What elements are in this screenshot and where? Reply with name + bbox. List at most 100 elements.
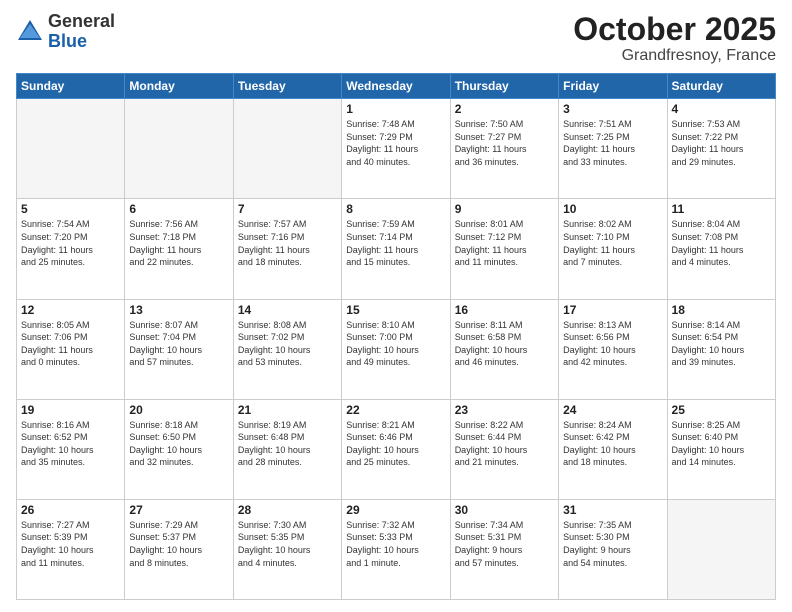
calendar-week-row: 12 Sunrise: 8:05 AM Sunset: 7:06 PM Dayli… [17,299,776,399]
calendar-cell: 15 Sunrise: 8:10 AM Sunset: 7:00 PM Dayli… [342,299,450,399]
calendar-cell: 4 Sunrise: 7:53 AM Sunset: 7:22 PM Daylig… [667,99,775,199]
day-info: Sunrise: 8:05 AM Sunset: 7:06 PM Dayligh… [21,319,120,369]
logo-blue-text: Blue [48,31,87,51]
day-number: 20 [129,403,228,417]
calendar-cell: 9 Sunrise: 8:01 AM Sunset: 7:12 PM Daylig… [450,199,558,299]
day-info: Sunrise: 7:50 AM Sunset: 7:27 PM Dayligh… [455,118,554,168]
calendar-cell: 28 Sunrise: 7:30 AM Sunset: 5:35 PM Dayli… [233,499,341,599]
logo-general-text: General [48,11,115,31]
header: General Blue October 2025 Grandfresnoy, … [16,12,776,65]
day-info: Sunrise: 7:53 AM Sunset: 7:22 PM Dayligh… [672,118,771,168]
day-info: Sunrise: 8:21 AM Sunset: 6:46 PM Dayligh… [346,419,445,469]
day-info: Sunrise: 8:10 AM Sunset: 7:00 PM Dayligh… [346,319,445,369]
day-info: Sunrise: 8:11 AM Sunset: 6:58 PM Dayligh… [455,319,554,369]
calendar-cell: 3 Sunrise: 7:51 AM Sunset: 7:25 PM Daylig… [559,99,667,199]
day-number: 28 [238,503,337,517]
day-number: 18 [672,303,771,317]
calendar-cell: 30 Sunrise: 7:34 AM Sunset: 5:31 PM Dayli… [450,499,558,599]
logo-icon [16,18,44,46]
day-number: 30 [455,503,554,517]
day-info: Sunrise: 7:32 AM Sunset: 5:33 PM Dayligh… [346,519,445,569]
calendar-cell: 23 Sunrise: 8:22 AM Sunset: 6:44 PM Dayli… [450,399,558,499]
day-number: 27 [129,503,228,517]
day-info: Sunrise: 8:02 AM Sunset: 7:10 PM Dayligh… [563,218,662,268]
calendar-cell: 17Sunrise: 8:13 AM Sunset: 6:56 PM Dayli… [559,299,667,399]
calendar-cell: 1 Sunrise: 7:48 AM Sunset: 7:29 PM Daylig… [342,99,450,199]
day-info: Sunrise: 7:35 AM Sunset: 5:30 PM Dayligh… [563,519,662,569]
day-number: 3 [563,102,662,116]
calendar-cell [125,99,233,199]
day-number: 5 [21,202,120,216]
calendar-cell: 21 Sunrise: 8:19 AM Sunset: 6:48 PM Dayli… [233,399,341,499]
calendar-cell: 2 Sunrise: 7:50 AM Sunset: 7:27 PM Daylig… [450,99,558,199]
day-info: Sunrise: 8:14 AM Sunset: 6:54 PM Dayligh… [672,319,771,369]
day-number: 23 [455,403,554,417]
logo-text: General Blue [48,12,115,52]
day-info: Sunrise: 8:18 AM Sunset: 6:50 PM Dayligh… [129,419,228,469]
day-info: Sunrise: 7:51 AM Sunset: 7:25 PM Dayligh… [563,118,662,168]
calendar-week-row: 5 Sunrise: 7:54 AM Sunset: 7:20 PM Daylig… [17,199,776,299]
day-info: Sunrise: 7:34 AM Sunset: 5:31 PM Dayligh… [455,519,554,569]
calendar-cell: 20 Sunrise: 8:18 AM Sunset: 6:50 PM Dayli… [125,399,233,499]
day-info: Sunrise: 7:56 AM Sunset: 7:18 PM Dayligh… [129,218,228,268]
day-number: 19 [21,403,120,417]
weekday-header: Sunday [17,74,125,99]
calendar-cell: 25Sunrise: 8:25 AM Sunset: 6:40 PM Dayli… [667,399,775,499]
day-info: Sunrise: 7:57 AM Sunset: 7:16 PM Dayligh… [238,218,337,268]
day-number: 17 [563,303,662,317]
location: Grandfresnoy, France [573,47,776,65]
day-info: Sunrise: 8:24 AM Sunset: 6:42 PM Dayligh… [563,419,662,469]
day-info: Sunrise: 7:27 AM Sunset: 5:39 PM Dayligh… [21,519,120,569]
calendar-cell: 5 Sunrise: 7:54 AM Sunset: 7:20 PM Daylig… [17,199,125,299]
day-number: 31 [563,503,662,517]
weekday-header: Saturday [667,74,775,99]
weekday-header: Thursday [450,74,558,99]
day-number: 21 [238,403,337,417]
day-number: 12 [21,303,120,317]
calendar-cell: 13Sunrise: 8:07 AM Sunset: 7:04 PM Dayli… [125,299,233,399]
day-info: Sunrise: 7:54 AM Sunset: 7:20 PM Dayligh… [21,218,120,268]
calendar-cell: 11Sunrise: 8:04 AM Sunset: 7:08 PM Dayli… [667,199,775,299]
calendar-week-row: 19 Sunrise: 8:16 AM Sunset: 6:52 PM Dayli… [17,399,776,499]
day-number: 9 [455,202,554,216]
page: General Blue October 2025 Grandfresnoy, … [0,0,792,612]
day-number: 26 [21,503,120,517]
day-number: 4 [672,102,771,116]
calendar-cell: 10Sunrise: 8:02 AM Sunset: 7:10 PM Dayli… [559,199,667,299]
month-title: October 2025 [573,12,776,47]
calendar-week-row: 1 Sunrise: 7:48 AM Sunset: 7:29 PM Daylig… [17,99,776,199]
calendar-cell: 26 Sunrise: 7:27 AM Sunset: 5:39 PM Dayli… [17,499,125,599]
weekday-header: Monday [125,74,233,99]
day-number: 14 [238,303,337,317]
day-info: Sunrise: 8:19 AM Sunset: 6:48 PM Dayligh… [238,419,337,469]
logo: General Blue [16,12,115,52]
day-number: 13 [129,303,228,317]
day-info: Sunrise: 8:08 AM Sunset: 7:02 PM Dayligh… [238,319,337,369]
day-number: 16 [455,303,554,317]
day-info: Sunrise: 8:25 AM Sunset: 6:40 PM Dayligh… [672,419,771,469]
weekday-header: Tuesday [233,74,341,99]
calendar-cell: 18 Sunrise: 8:14 AM Sunset: 6:54 PM Dayli… [667,299,775,399]
calendar-cell: 6Sunrise: 7:56 AM Sunset: 7:18 PM Daylig… [125,199,233,299]
day-info: Sunrise: 8:01 AM Sunset: 7:12 PM Dayligh… [455,218,554,268]
calendar-cell [233,99,341,199]
calendar-cell: 14 Sunrise: 8:08 AM Sunset: 7:02 PM Dayli… [233,299,341,399]
day-number: 1 [346,102,445,116]
title-block: October 2025 Grandfresnoy, France [573,12,776,65]
day-number: 11 [672,202,771,216]
day-info: Sunrise: 7:30 AM Sunset: 5:35 PM Dayligh… [238,519,337,569]
calendar-cell: 31 Sunrise: 7:35 AM Sunset: 5:30 PM Dayli… [559,499,667,599]
day-info: Sunrise: 8:22 AM Sunset: 6:44 PM Dayligh… [455,419,554,469]
day-info: Sunrise: 8:16 AM Sunset: 6:52 PM Dayligh… [21,419,120,469]
day-number: 22 [346,403,445,417]
day-number: 15 [346,303,445,317]
day-info: Sunrise: 7:48 AM Sunset: 7:29 PM Dayligh… [346,118,445,168]
calendar-cell: 19 Sunrise: 8:16 AM Sunset: 6:52 PM Dayli… [17,399,125,499]
calendar-cell [17,99,125,199]
calendar-week-row: 26 Sunrise: 7:27 AM Sunset: 5:39 PM Dayli… [17,499,776,599]
calendar-cell: 16 Sunrise: 8:11 AM Sunset: 6:58 PM Dayli… [450,299,558,399]
calendar-cell: 24Sunrise: 8:24 AM Sunset: 6:42 PM Dayli… [559,399,667,499]
day-number: 2 [455,102,554,116]
calendar-cell: 12 Sunrise: 8:05 AM Sunset: 7:06 PM Dayli… [17,299,125,399]
calendar-header-row: SundayMondayTuesdayWednesdayThursdayFrid… [17,74,776,99]
